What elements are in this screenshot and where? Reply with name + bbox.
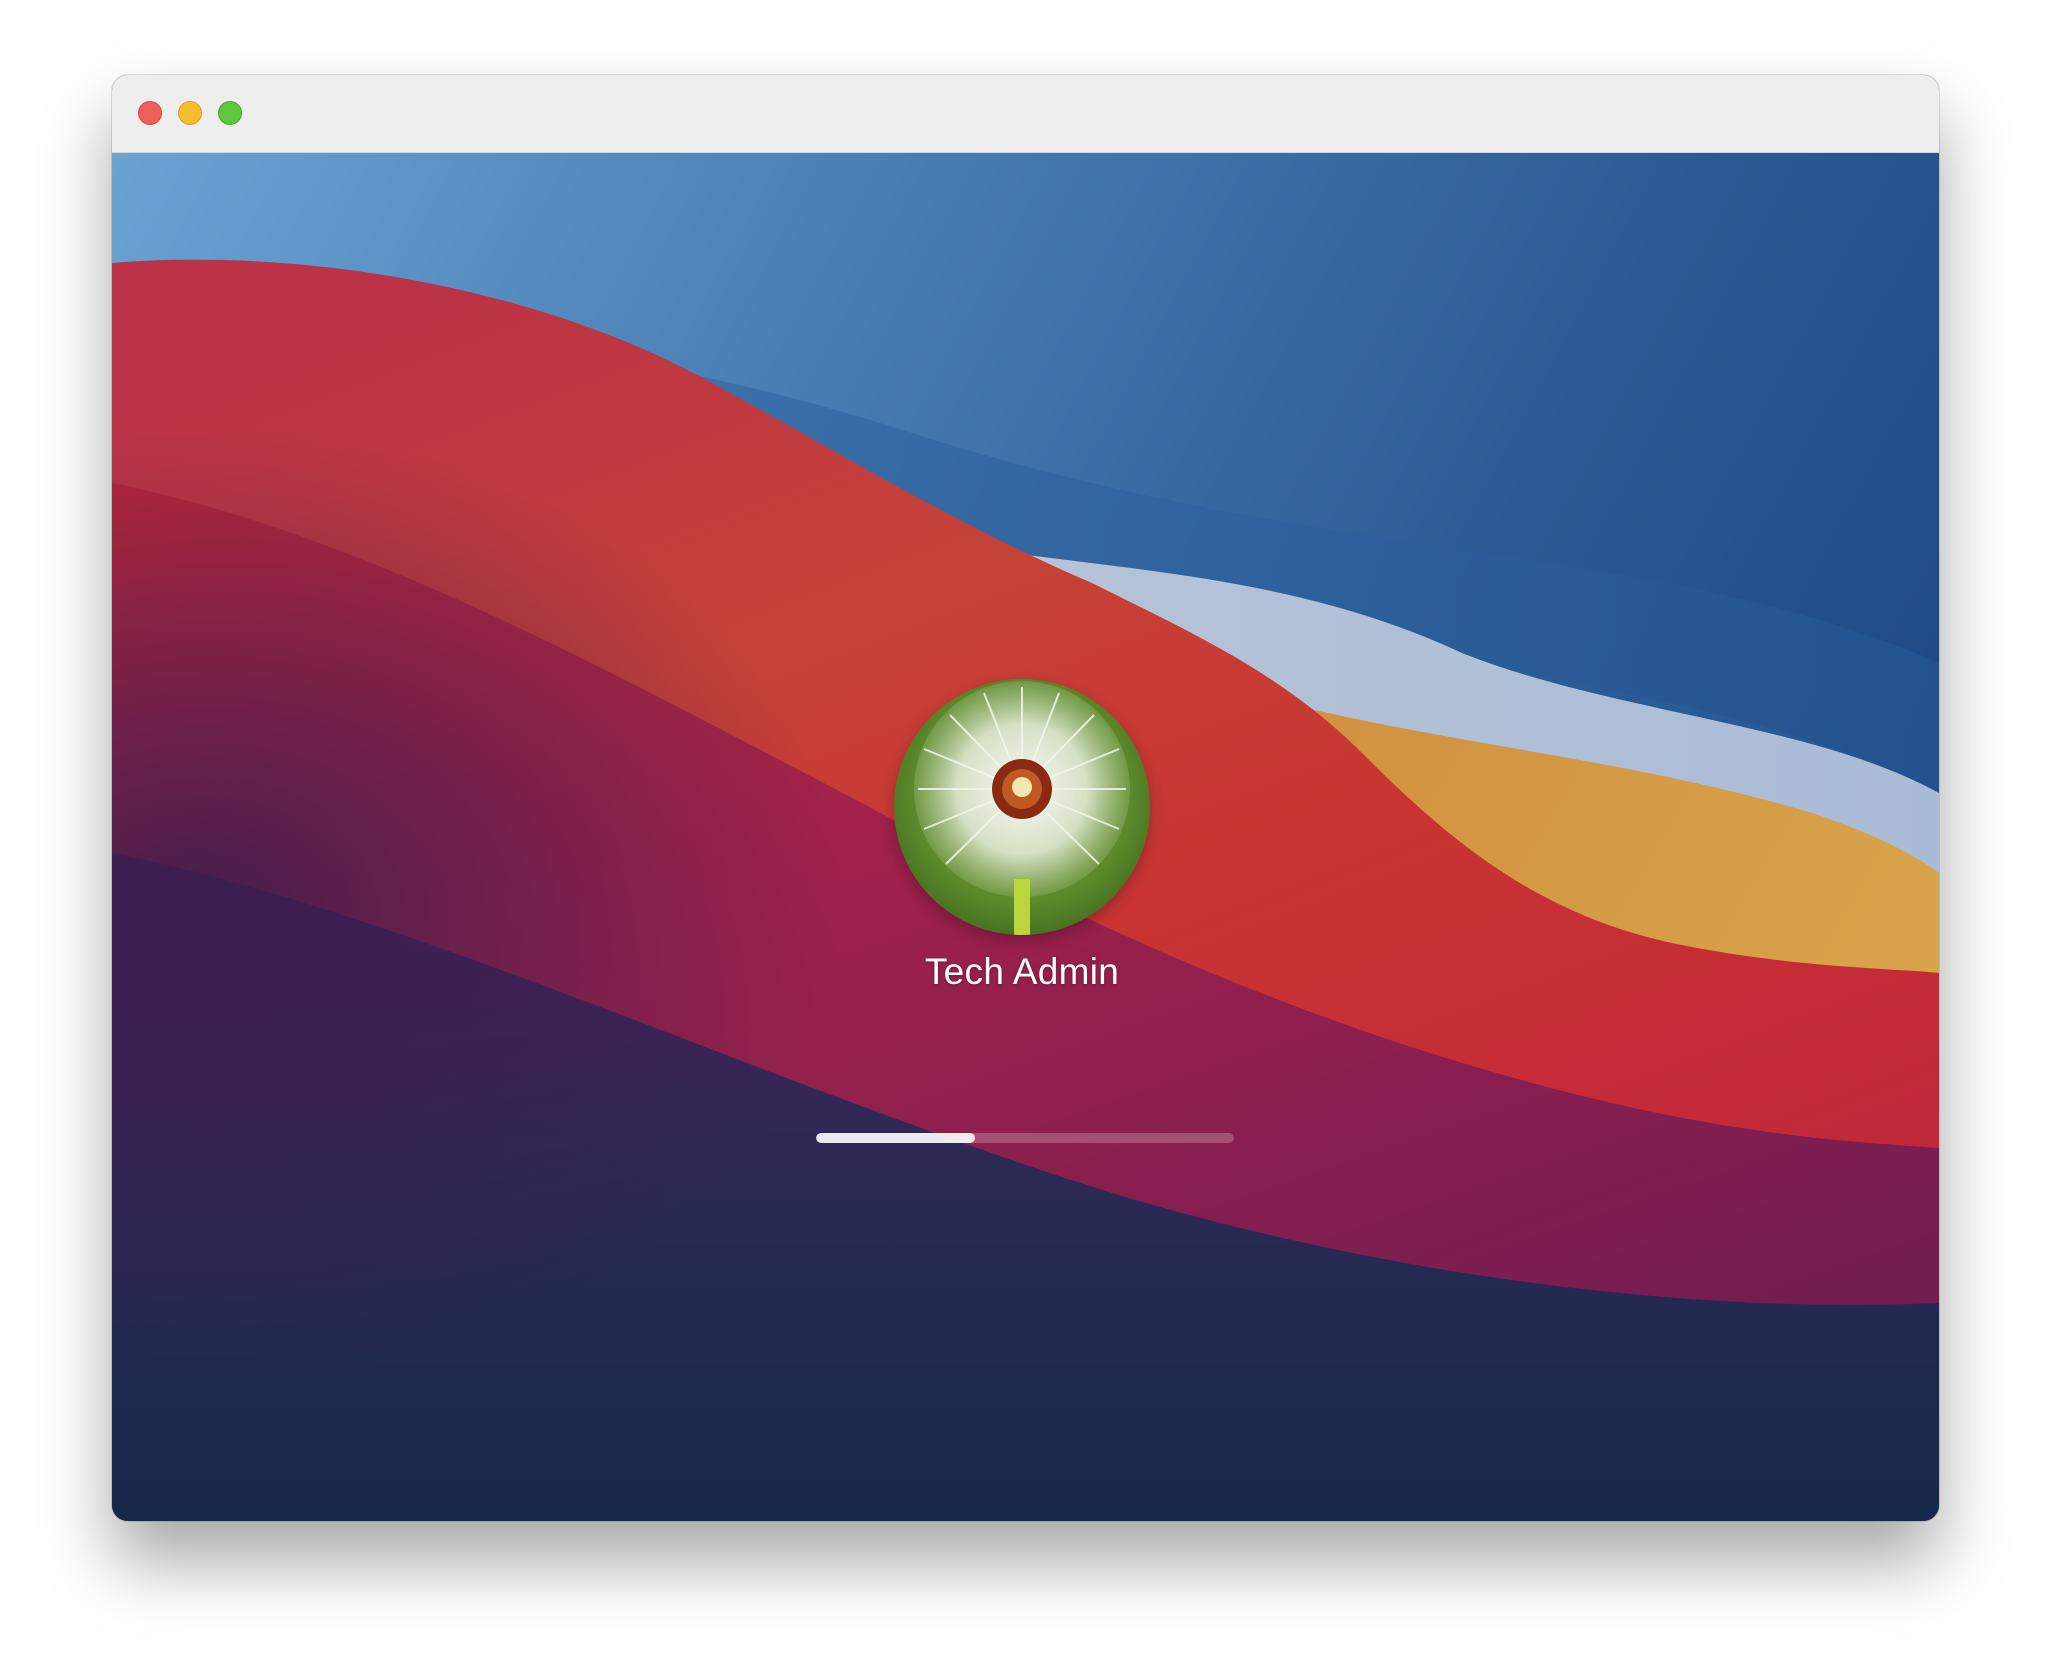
maximize-icon[interactable] (218, 101, 242, 125)
close-icon[interactable] (138, 101, 162, 125)
user-avatar[interactable] (894, 679, 1150, 935)
login-screen: Tech Admin (112, 153, 1939, 1521)
title-bar[interactable] (112, 75, 1939, 153)
dandelion-icon (894, 679, 1150, 935)
minimize-icon[interactable] (178, 101, 202, 125)
app-window: Tech Admin (112, 75, 1939, 1521)
login-progress-bar (816, 1133, 1234, 1143)
progress-fill (816, 1133, 975, 1143)
user-name-label: Tech Admin (924, 951, 1120, 992)
